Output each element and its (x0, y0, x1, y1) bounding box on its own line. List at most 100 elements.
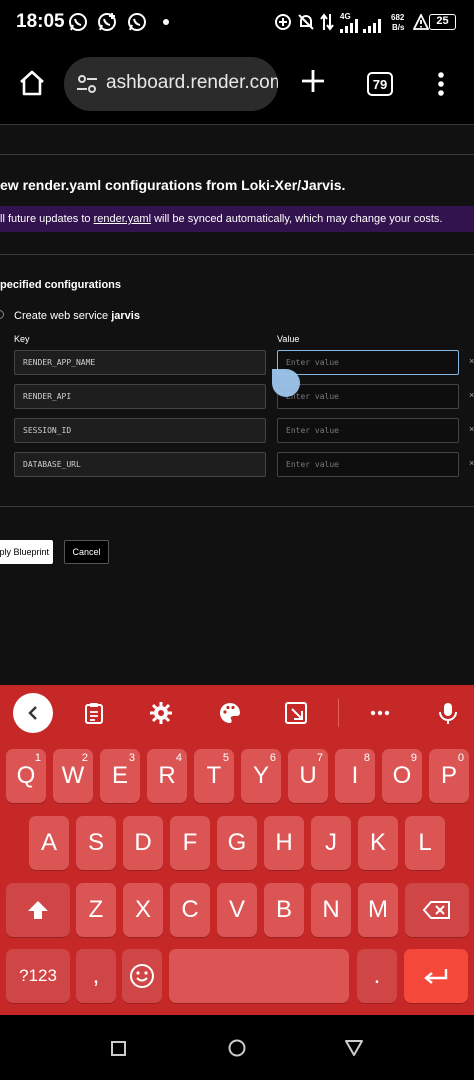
whatsapp-icon (68, 12, 88, 32)
enter-arrow-icon (424, 969, 448, 984)
key-h[interactable]: H (264, 816, 304, 870)
navigation-bar (0, 1015, 474, 1080)
remove-env-icon[interactable]: × (469, 458, 474, 468)
key-n[interactable]: N (311, 883, 351, 937)
key-c[interactable]: C (170, 883, 210, 937)
key-hint: 5 (222, 752, 229, 764)
apply-blueprint-button[interactable]: ply Blueprint (0, 540, 53, 564)
key-label: Y (252, 762, 269, 789)
key-l[interactable]: L (405, 816, 445, 870)
env-value-input[interactable]: Enter value (277, 418, 459, 443)
value-column-header: Value (277, 334, 300, 344)
key-label: R (158, 762, 176, 789)
remove-env-icon[interactable]: × (469, 424, 474, 434)
key-column-header: Key (14, 334, 30, 344)
emoji-key[interactable] (122, 949, 162, 1003)
service-line: Create web service jarvis (14, 310, 140, 322)
shift-arrow-icon (28, 901, 48, 919)
back-arrow-icon[interactable] (13, 693, 53, 733)
key-hint: 9 (410, 752, 417, 764)
env-key-session-id: SESSION_ID (14, 418, 266, 443)
key-a[interactable]: A (29, 816, 69, 870)
key-label: U (299, 762, 317, 789)
period-key[interactable]: . (357, 949, 397, 1003)
new-tab-plus-icon[interactable] (300, 68, 326, 94)
microphone-icon[interactable] (436, 701, 460, 725)
keyboard: Q1 W2 E3 R4 T5 Y6 U7 I8 O9 P0 A S D F G … (0, 685, 474, 1015)
symbols-key[interactable]: ?123 (6, 949, 70, 1003)
key-w[interactable]: W2 (53, 749, 93, 803)
address-bar[interactable]: ashboard.render.com (64, 57, 278, 111)
key-hint: 6 (269, 752, 276, 764)
key-y[interactable]: Y6 (241, 749, 281, 803)
backspace-icon (422, 901, 450, 919)
service-radio[interactable] (0, 310, 4, 319)
key-b[interactable]: B (264, 883, 304, 937)
key-z[interactable]: Z (76, 883, 116, 937)
key-g[interactable]: G (217, 816, 257, 870)
key-r[interactable]: R4 (147, 749, 187, 803)
enter-key[interactable] (404, 949, 468, 1003)
remove-env-icon[interactable]: × (469, 356, 474, 366)
key-k[interactable]: K (358, 816, 398, 870)
key-s[interactable]: S (76, 816, 116, 870)
env-key-render-api: RENDER_API (14, 384, 266, 409)
key-v[interactable]: V (217, 883, 257, 937)
key-o[interactable]: O9 (382, 749, 422, 803)
home-icon[interactable] (18, 69, 46, 97)
key-q[interactable]: Q1 (6, 749, 46, 803)
key-p[interactable]: P0 (429, 749, 469, 803)
more-vert-icon[interactable] (438, 71, 444, 97)
divider (0, 506, 474, 507)
env-value-input[interactable]: Enter value (277, 350, 459, 375)
banner-prefix: ll future updates to (0, 213, 94, 225)
tune-icon[interactable] (76, 74, 98, 94)
cancel-button[interactable]: Cancel (64, 540, 109, 564)
text-cursor-handle[interactable] (272, 369, 300, 397)
whatsapp-icon-2 (127, 12, 147, 32)
browser-toolbar: ashboard.render.com 79 (0, 46, 474, 124)
key-hint: 2 (81, 752, 88, 764)
env-key-database-url: DATABASE_URL (14, 452, 266, 477)
page-title: ew render.yaml configurations from Loki-… (0, 177, 346, 193)
notification-dot-icon (162, 12, 170, 32)
env-value-input[interactable]: Enter value (277, 452, 459, 477)
more-horiz-icon[interactable] (368, 701, 392, 725)
tab-count: 79 (372, 76, 388, 92)
key-e[interactable]: E3 (100, 749, 140, 803)
key-u[interactable]: U7 (288, 749, 328, 803)
tab-switcher-button[interactable]: 79 (367, 72, 393, 96)
resize-icon[interactable] (284, 701, 308, 725)
key-hint: 3 (128, 752, 135, 764)
shift-key[interactable] (6, 883, 70, 937)
key-j[interactable]: J (311, 816, 351, 870)
divider (0, 124, 474, 125)
settings-gear-icon[interactable] (149, 701, 173, 725)
space-key[interactable] (169, 949, 349, 1003)
palette-icon[interactable] (218, 701, 242, 725)
warning-icon (413, 12, 429, 32)
recents-square-icon[interactable] (111, 1041, 126, 1061)
key-x[interactable]: X (123, 883, 163, 937)
back-triangle-icon[interactable] (345, 1039, 363, 1062)
key-f[interactable]: F (170, 816, 210, 870)
key-label: E (111, 762, 128, 789)
key-hint: 1 (34, 752, 41, 764)
key-i[interactable]: I8 (335, 749, 375, 803)
clipboard-icon[interactable] (82, 701, 106, 725)
key-d[interactable]: D (123, 816, 163, 870)
env-key-render-app-name: RENDER_APP_NAME (14, 350, 266, 375)
key-t[interactable]: T5 (194, 749, 234, 803)
comma-key[interactable]: , (76, 949, 116, 1003)
url-text[interactable]: ashboard.render.com (106, 72, 278, 94)
home-circle-icon[interactable] (228, 1039, 246, 1062)
service-prefix: Create web service (14, 310, 112, 322)
env-value-input[interactable]: Enter value (277, 384, 459, 409)
remove-env-icon[interactable]: × (469, 390, 474, 400)
emoji-icon (130, 964, 154, 988)
key-label: O (392, 762, 412, 789)
key-m[interactable]: M (358, 883, 398, 937)
render-yaml-link[interactable]: render.yaml (94, 213, 151, 225)
whatsapp-business-icon (97, 12, 119, 32)
backspace-key[interactable] (405, 883, 469, 937)
